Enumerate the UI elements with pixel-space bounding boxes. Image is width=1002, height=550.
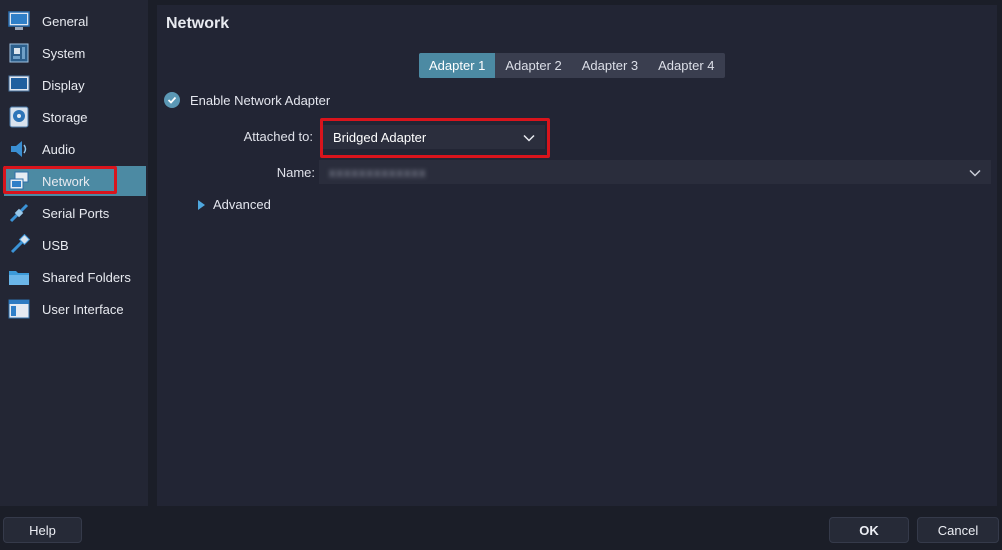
page-title: Network — [166, 15, 230, 32]
adapter-name-select[interactable]: xxxxxxxxxxxxx — [319, 160, 991, 184]
sidebar-item-display[interactable]: Display — [4, 70, 146, 100]
attached-to-value: Bridged Adapter — [333, 129, 427, 145]
motherboard-icon — [8, 42, 30, 64]
sidebar-item-general[interactable]: General — [4, 6, 146, 36]
disclosure-triangle-icon — [198, 199, 205, 210]
sidebar-item-serial-ports[interactable]: Serial Ports — [4, 198, 146, 228]
advanced-toggle[interactable]: Advanced — [198, 197, 271, 212]
sidebar-item-system[interactable]: System — [4, 38, 146, 68]
sidebar-item-label: Network — [42, 173, 90, 189]
sidebar-item-label: System — [42, 45, 86, 61]
checkmark-icon — [164, 92, 180, 108]
tab-adapter-3[interactable]: Adapter 3 — [572, 53, 648, 78]
tab-adapter-2[interactable]: Adapter 2 — [495, 53, 571, 78]
sidebar-item-shared-folders[interactable]: Shared Folders — [4, 262, 146, 292]
serial-port-icon — [8, 202, 30, 224]
sidebar-item-label: USB — [42, 237, 69, 253]
sidebar-item-label: User Interface — [42, 301, 124, 317]
sidebar-item-user-interface[interactable]: User Interface — [4, 294, 146, 324]
sidebar-item-label: Display — [42, 77, 85, 93]
sidebar-item-network[interactable]: Network — [4, 166, 146, 196]
enable-network-adapter-checkbox[interactable]: Enable Network Adapter — [164, 92, 330, 108]
dialog-footer: Help OK Cancel — [0, 506, 1002, 550]
settings-sidebar: General System Display Storage Audio Net… — [0, 0, 148, 506]
attached-to-label: Attached to: — [243, 129, 313, 144]
sidebar-item-label: Audio — [42, 141, 76, 157]
help-button[interactable]: Help — [3, 517, 82, 543]
chevron-down-icon — [969, 165, 981, 180]
cancel-button[interactable]: Cancel — [917, 517, 999, 543]
sidebar-item-usb[interactable]: USB — [4, 230, 146, 260]
speaker-icon — [8, 138, 30, 160]
enable-network-adapter-label: Enable Network Adapter — [190, 92, 331, 108]
tab-adapter-4[interactable]: Adapter 4 — [648, 53, 724, 78]
window-icon — [8, 298, 30, 320]
adapter-tabs: Adapter 1 Adapter 2 Adapter 3 Adapter 4 — [419, 53, 725, 78]
ok-button[interactable]: OK — [829, 517, 909, 543]
sidebar-item-label: Shared Folders — [42, 269, 131, 285]
sidebar-item-label: General — [42, 13, 89, 29]
advanced-label: Advanced — [213, 197, 271, 212]
sidebar-item-audio[interactable]: Audio — [4, 134, 146, 164]
sidebar-item-storage[interactable]: Storage — [4, 102, 146, 132]
sidebar-item-label: Storage — [42, 109, 88, 125]
display-icon — [8, 74, 30, 96]
monitor-icon — [8, 10, 30, 32]
folder-icon — [8, 266, 30, 288]
name-label: Name: — [276, 165, 315, 180]
tab-adapter-1[interactable]: Adapter 1 — [419, 53, 496, 78]
attached-to-select[interactable]: Bridged Adapter — [323, 125, 545, 149]
chevron-down-icon — [523, 130, 535, 145]
network-settings-panel: Network Adapter 1 Adapter 2 Adapter 3 Ad… — [157, 5, 997, 506]
disk-icon — [8, 106, 30, 128]
sidebar-item-label: Serial Ports — [42, 205, 110, 221]
network-icon — [8, 170, 30, 192]
adapter-name-value: xxxxxxxxxxxxx — [329, 164, 427, 180]
usb-icon — [8, 234, 30, 256]
